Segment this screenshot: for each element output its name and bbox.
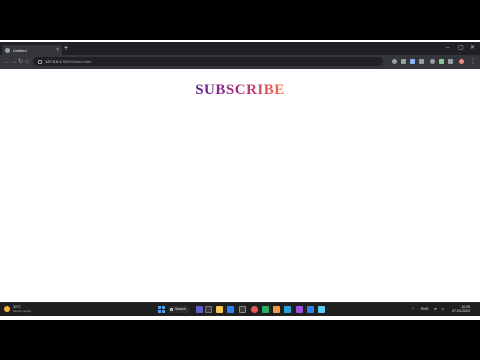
page-content: SUBSCRIBE xyxy=(0,40,480,320)
taskbar: 31°C Mostly cloudy Search ^ ENG ≋ ◁ 10:2… xyxy=(0,302,480,316)
extension-icon[interactable] xyxy=(401,59,406,64)
forward-icon[interactable]: → xyxy=(11,58,17,66)
browser-tab[interactable]: Untitled × xyxy=(2,45,62,55)
extension-icon[interactable] xyxy=(410,59,415,64)
wifi-icon[interactable]: ≋ xyxy=(434,306,437,313)
browser-tabstrip: Untitled × + – ▢ ✕ xyxy=(0,42,480,55)
menu-icon[interactable]: ⋮ xyxy=(470,58,476,66)
widgets-icon[interactable] xyxy=(205,306,212,313)
file-explorer-icon[interactable] xyxy=(216,306,223,313)
weather-desc: Mostly cloudy xyxy=(13,309,32,313)
subscribe-heading: SUBSCRIBE xyxy=(195,82,285,98)
minimize-button[interactable]: – xyxy=(446,44,449,52)
app-icon[interactable] xyxy=(318,306,325,313)
close-window-button[interactable]: ✕ xyxy=(470,44,475,52)
home-icon[interactable]: ⌂ xyxy=(25,58,29,66)
vscode-icon[interactable] xyxy=(284,306,291,313)
taskbar-search[interactable]: Search xyxy=(168,306,190,313)
extension-icon[interactable] xyxy=(439,59,444,64)
info-icon[interactable] xyxy=(38,59,42,64)
headline-container: SUBSCRIBE xyxy=(0,81,480,99)
globe-icon xyxy=(5,47,10,53)
browser-toolbar: ← → ↻ ⌂ 127.0.0.1 :5500/index.html ⋮ xyxy=(0,55,480,69)
mail-icon[interactable] xyxy=(227,306,234,313)
tab-close-icon[interactable]: × xyxy=(56,47,59,53)
app-icon[interactable] xyxy=(239,306,246,313)
puzzle-icon[interactable] xyxy=(448,59,453,64)
profile-avatar[interactable] xyxy=(459,59,464,64)
tab-title: Untitled xyxy=(13,47,27,53)
chrome-icon[interactable] xyxy=(251,306,258,313)
volume-icon[interactable]: ◁ xyxy=(441,306,444,313)
extension-icon[interactable] xyxy=(392,59,397,64)
url-path: :5500/index.html xyxy=(61,59,92,64)
extension-icon[interactable] xyxy=(430,59,435,64)
task-view-icon[interactable] xyxy=(196,306,203,313)
url-host: 127.0.0.1 xyxy=(45,59,62,64)
language-indicator[interactable]: ENG xyxy=(421,306,429,313)
checkmark-app-icon[interactable] xyxy=(262,306,269,313)
search-icon xyxy=(170,308,173,311)
sun-icon xyxy=(4,306,10,312)
extension-icon[interactable] xyxy=(419,59,424,64)
windows-start-icon[interactable] xyxy=(158,306,165,313)
clock-date: 07-03-2023 xyxy=(452,309,470,313)
app-icon[interactable] xyxy=(273,306,280,313)
reload-icon[interactable]: ↻ xyxy=(18,58,23,66)
search-label: Search xyxy=(175,307,187,311)
app-icon[interactable] xyxy=(307,306,314,313)
maximize-button[interactable]: ▢ xyxy=(458,44,464,52)
weather-widget[interactable]: 31°C Mostly cloudy xyxy=(4,305,31,313)
address-bar[interactable]: 127.0.0.1 :5500/index.html xyxy=(33,57,383,66)
back-icon[interactable]: ← xyxy=(4,58,10,66)
clock[interactable]: 10:25 07-03-2023 xyxy=(452,305,470,313)
new-tab-button[interactable]: + xyxy=(64,45,68,53)
tray-chevron-icon[interactable]: ^ xyxy=(412,306,414,313)
app-icon[interactable] xyxy=(296,306,303,313)
